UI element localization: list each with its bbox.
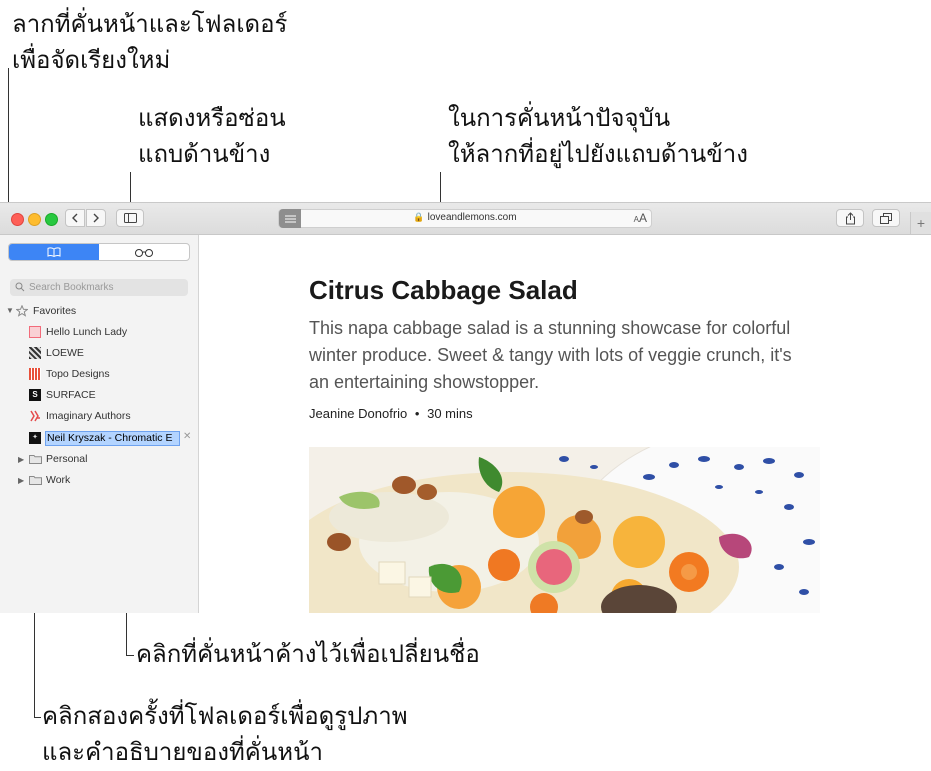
article-description: This napa cabbage salad is a stunning sh… [309,318,792,392]
close-window-button[interactable] [11,213,24,226]
reader-content: Citrus Cabbage Salad This napa cabbage s… [199,235,931,613]
folder-icon [29,476,42,485]
book-icon [47,247,61,257]
sidebar-toggle-button[interactable] [116,209,144,227]
search-bookmarks-input[interactable]: Search Bookmarks [10,279,188,296]
new-tab-button[interactable]: + [910,212,931,234]
bookmark-rename-field[interactable]: Neil Kryszak - Chromatic E [45,431,180,446]
zoom-window-button[interactable] [45,213,58,226]
callout-drag-current-page: ในการคั่นหน้าปัจจุบัน ให้ลากที่อยู่ไปยัง… [448,104,748,168]
article-byline: Jeanine Donofrio • 30 mins [309,406,473,421]
reading-list-tab[interactable] [99,244,189,260]
search-icon [15,282,25,292]
hello-lunch-lady-favicon [29,326,41,338]
salad-photo [309,447,820,613]
sidebar-icon [123,213,137,223]
star-icon [16,305,28,317]
glasses-icon [135,248,153,257]
minimize-window-button[interactable] [28,213,41,226]
address-bar[interactable]: 🔒 loveandlemons.com AA [278,209,652,228]
favorites-disclosure-triangle[interactable]: ▼ [6,306,14,315]
chevron-left-icon [72,213,78,223]
share-button[interactable] [836,209,864,227]
bookmarks-sidebar: Search Bookmarks ▼ Favorites Hello Lunch… [0,235,199,613]
imaginary-authors-favicon [30,410,40,422]
safari-window: 🔒 loveandlemons.com AA + Search Bookmarks… [0,202,931,613]
lock-icon: 🔒 [413,212,425,222]
back-button[interactable] [65,209,85,227]
share-icon [845,211,855,224]
text-size-button[interactable]: AA [634,211,647,225]
clear-text-icon[interactable]: ✕ [183,431,191,442]
sidebar-segmented-control [8,243,190,261]
surface-favicon: S [29,389,41,401]
chevron-right-icon [93,213,99,223]
bookmarks-tab[interactable] [9,244,99,260]
url-text[interactable]: 🔒 loveandlemons.com [279,212,651,223]
cook-time: 30 mins [427,406,473,421]
folder-icon [29,455,42,464]
leader-line-rename-tick [126,655,134,656]
forward-button[interactable] [86,209,106,227]
work-disclosure-triangle[interactable]: ▶ [18,476,24,485]
tabs-icon [880,212,892,224]
leader-line-folder-tick [34,717,41,718]
callout-show-hide-sidebar: แสดงหรือซ่อน แถบด้านข้าง [138,104,286,168]
tab-overview-button[interactable] [872,209,900,227]
callout-drag-reorder: ลากที่คั่นหน้าและโฟลเดอร์ เพื่อจัดเรียงใ… [12,10,288,74]
loewe-favicon [29,347,41,359]
callout-double-click-folder: คลิกสองครั้งที่โฟลเดอร์เพื่อดูรูปภาพ และ… [42,702,408,766]
toolbar: 🔒 loveandlemons.com AA + [0,203,931,235]
author-name: Jeanine Donofrio [309,406,408,421]
chromatic-favicon: ✦ [29,432,41,444]
article-title: Citrus Cabbage Salad [309,275,578,305]
topo-designs-favicon [29,368,41,380]
callout-click-rename: คลิกที่คั่นหน้าค้างไว้เพื่อเปลี่ยนชื่อ [136,640,480,668]
personal-disclosure-triangle[interactable]: ▶ [18,455,24,464]
byline-separator: • [414,406,420,421]
